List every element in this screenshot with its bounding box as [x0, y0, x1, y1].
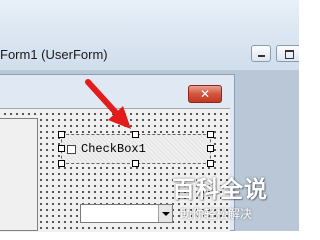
combobox-dropdown-button[interactable] [158, 205, 172, 222]
frame-control[interactable] [0, 118, 38, 231]
resize-handle-bottom-left[interactable] [58, 160, 65, 167]
vbe-title-bar: Form1 (UserForm) [0, 0, 299, 76]
resize-handle-top-left[interactable] [58, 131, 65, 138]
form-close-button[interactable]: ✕ [188, 85, 222, 103]
restore-button[interactable] [276, 45, 299, 62]
resize-handle-bottom[interactable] [132, 160, 139, 167]
resize-handle-left[interactable] [58, 145, 65, 152]
window-title: Form1 (UserForm) [0, 47, 108, 62]
checkbox-label: CheckBox1 [81, 142, 146, 156]
close-icon: ✕ [199, 87, 211, 101]
restore-icon [285, 50, 294, 59]
chevron-down-icon [162, 212, 170, 216]
watermark-tagline: 助你轻松解决 [180, 207, 253, 221]
resize-handle-right[interactable] [207, 145, 214, 152]
minimize-button[interactable] [251, 45, 271, 62]
checkbox-square[interactable] [67, 145, 76, 154]
resize-handle-top-right[interactable] [207, 131, 214, 138]
minimize-icon [258, 55, 265, 57]
resize-handle-top[interactable] [132, 131, 139, 138]
watermark-brand: 百科全说 [172, 176, 268, 202]
resize-handle-bottom-right[interactable] [207, 160, 214, 167]
